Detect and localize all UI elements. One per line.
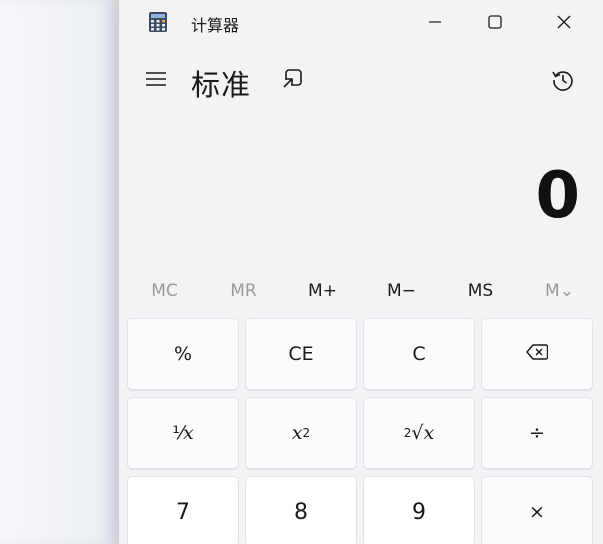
memory-buttons-row: MC MR M+ M− MS M⌄	[125, 272, 599, 310]
keep-on-top-icon	[281, 68, 303, 94]
digit-8-button[interactable]: 8	[245, 476, 357, 544]
desktop-background: 计算器 标准 0 MC MR M+ M− MS M⌄ % CE C ⅟ x x …	[0, 0, 603, 544]
divide-button[interactable]: ÷	[481, 397, 593, 469]
root-index: 2	[403, 426, 412, 440]
clear-button[interactable]: C	[363, 318, 475, 390]
close-button[interactable]	[534, 0, 594, 44]
title-bar[interactable]: 计算器	[119, 0, 603, 44]
square-root-button[interactable]: 2 √ x	[363, 397, 475, 469]
hamburger-menu-icon	[145, 71, 167, 91]
memory-subtract-button[interactable]: M−	[362, 272, 441, 310]
memory-store-button[interactable]: MS	[441, 272, 520, 310]
memory-recall-button[interactable]: MR	[204, 272, 283, 310]
calculator-header: 标准	[119, 56, 603, 108]
memory-clear-button[interactable]: MC	[125, 272, 204, 310]
backspace-icon	[526, 343, 549, 365]
calculator-window: 计算器 标准 0 MC MR M+ M− MS M⌄ % CE C ⅟ x x …	[118, 0, 603, 544]
multiply-button[interactable]: ×	[481, 476, 593, 544]
maximize-button[interactable]	[465, 0, 525, 44]
digit-9-button[interactable]: 9	[363, 476, 475, 544]
minimize-button[interactable]	[405, 0, 465, 44]
square-variable: x	[291, 422, 303, 444]
navigation-menu-button[interactable]	[139, 66, 173, 96]
square-exponent: 2	[302, 426, 311, 440]
reciprocal-symbol: ⅟	[172, 422, 184, 444]
digit-7-button[interactable]: 7	[127, 476, 239, 544]
reciprocal-button[interactable]: ⅟x	[127, 397, 239, 469]
result-display: 0	[535, 159, 580, 233]
background-window-edge	[0, 0, 118, 544]
reciprocal-variable: x	[183, 422, 194, 444]
keep-on-top-button[interactable]	[277, 66, 307, 96]
root-symbol: √	[411, 422, 424, 444]
memory-list-button[interactable]: M⌄	[520, 272, 599, 310]
percent-button[interactable]: %	[127, 318, 239, 390]
memory-add-button[interactable]: M+	[283, 272, 362, 310]
root-variable: x	[423, 422, 435, 444]
window-title: 计算器	[191, 16, 240, 35]
close-icon	[556, 14, 572, 30]
calculator-app-icon	[149, 12, 167, 32]
backspace-button[interactable]	[481, 318, 593, 390]
minimize-icon	[427, 14, 443, 30]
calculator-mode-title: 标准	[191, 68, 252, 102]
history-button[interactable]	[547, 66, 579, 98]
history-icon	[550, 67, 576, 97]
maximize-icon	[487, 14, 503, 30]
clear-entry-button[interactable]: CE	[245, 318, 357, 390]
square-button[interactable]: x2	[245, 397, 357, 469]
